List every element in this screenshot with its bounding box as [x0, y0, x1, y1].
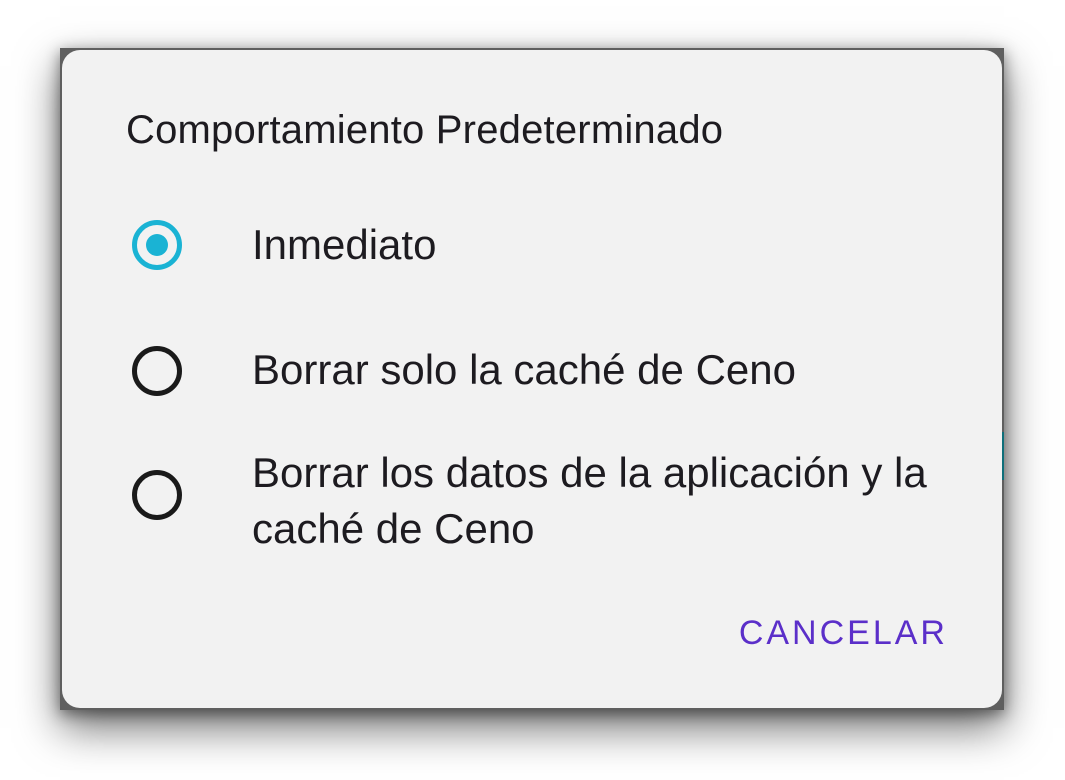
radio-unselected-icon[interactable]: [132, 470, 182, 520]
option-immediate[interactable]: Inmediato: [62, 215, 1002, 285]
default-behavior-dialog: Comportamiento Predeterminado Inmediato …: [62, 50, 1002, 708]
option-label: Borrar solo la caché de Ceno: [252, 346, 796, 393]
radio-selected-icon[interactable]: [132, 220, 182, 270]
option-label: Borrar los datos de la aplicación y la c…: [252, 449, 927, 552]
option-clear-app-data-and-cache[interactable]: Borrar los datos de la aplicación y la c…: [62, 445, 1002, 555]
option-label: Inmediato: [252, 221, 437, 268]
option-clear-ceno-cache[interactable]: Borrar solo la caché de Ceno: [62, 342, 1002, 412]
radio-unselected-icon[interactable]: [132, 346, 182, 396]
dialog-title: Comportamiento Predeterminado: [126, 108, 724, 152]
cancel-button[interactable]: CANCELAR: [737, 610, 950, 657]
